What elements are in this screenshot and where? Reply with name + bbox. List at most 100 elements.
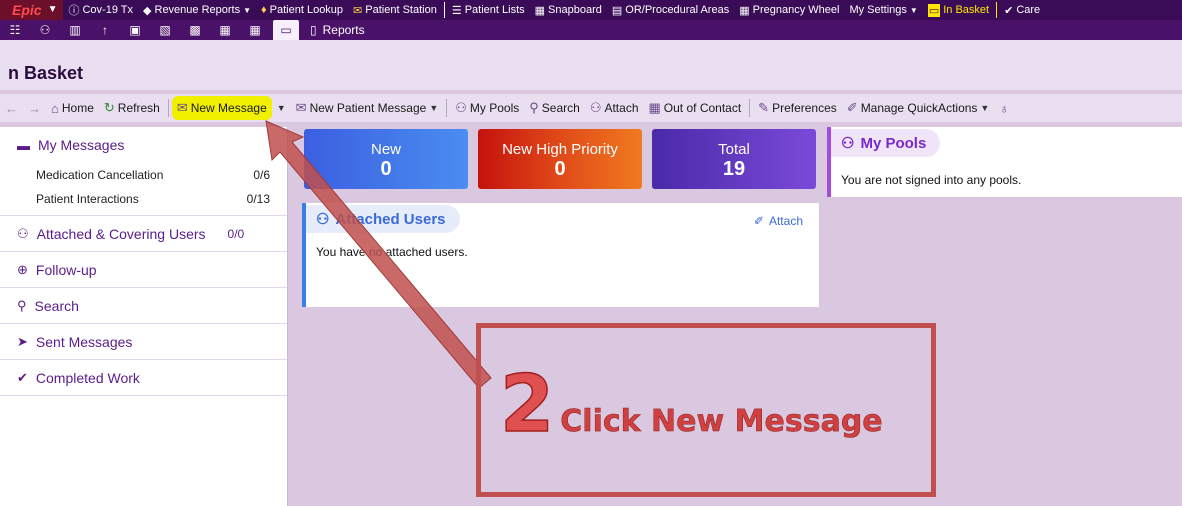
- sidebar-item-my-messages[interactable]: ▬ My Messages: [0, 127, 287, 163]
- forward-arrow-icon: →: [28, 100, 41, 116]
- lightbulb-icon: ♁: [999, 100, 1010, 116]
- send-icon: ➤: [17, 333, 28, 349]
- in-basket-icon[interactable]: ▭: [273, 20, 299, 40]
- schedule-icon[interactable]: ▥: [60, 20, 90, 40]
- attach-button[interactable]: ⚇ Attach: [585, 96, 644, 120]
- calendar-icon: ▦: [739, 4, 750, 17]
- search-button[interactable]: ⚲ Search: [524, 96, 585, 120]
- chevron-down-icon: ▼: [429, 103, 439, 113]
- patient-list-icon[interactable]: ☷: [0, 20, 30, 40]
- sidebar-item-completed-work[interactable]: ✔ Completed Work: [0, 360, 287, 396]
- checkmark-icon: ✔: [17, 369, 28, 385]
- out-of-contact-button[interactable]: ▦ Out of Contact: [644, 96, 747, 120]
- chevron-down-icon: ▼: [243, 5, 252, 15]
- in-basket-icon: ▭: [927, 3, 941, 17]
- refresh-button[interactable]: ↻ Refresh: [99, 96, 165, 120]
- tips-button[interactable]: ♁: [994, 96, 1014, 120]
- diamond-icon: ◆: [143, 4, 152, 17]
- calendar-grid-icon[interactable]: ▦: [240, 20, 270, 40]
- in-basket-toolbar: ← → ⌂ Home ↻ Refresh ✉ New Message ▼ ✉ N…: [0, 94, 1182, 122]
- snapboard-icon: ▦: [534, 4, 546, 17]
- menu-item-patient-lookup[interactable]: ♦ Patient Lookup: [256, 0, 348, 20]
- copy-icon[interactable]: ▧: [150, 20, 180, 40]
- toolbar-divider: [749, 99, 751, 117]
- toolbar-divider: [446, 99, 448, 117]
- my-messages-group: ▬ My Messages Medication Cancellation 0/…: [0, 127, 287, 216]
- monitor-icon[interactable]: ▣: [120, 20, 150, 40]
- board-icon[interactable]: ▩: [180, 20, 210, 40]
- or-areas-icon: ▤: [611, 4, 623, 17]
- patient-station-icon: ✉: [353, 4, 363, 17]
- users-icon: ⚇: [316, 211, 330, 228]
- folder-sidebar: ▬ My Messages Medication Cancellation 0/…: [0, 127, 288, 506]
- inbox-icon: ▬: [17, 137, 30, 153]
- callout-step-number: 2: [499, 360, 555, 450]
- attached-users-message: You have no attached users.: [316, 245, 468, 259]
- my-pools-card: ⚇ My Pools You are not signed into any p…: [827, 127, 1182, 197]
- chevron-down-icon: ▼: [276, 103, 286, 113]
- chevron-down-icon: ▼: [47, 4, 58, 15]
- calendar-icon: ▦: [648, 100, 661, 115]
- sidebar-item-search[interactable]: ⚲ Search: [0, 288, 287, 324]
- new-message-button[interactable]: ✉ New Message: [171, 96, 272, 120]
- pencil-icon: ✐: [753, 214, 764, 228]
- new-patient-message-button[interactable]: ✉ New Patient Message ▼: [291, 96, 444, 120]
- attach-link[interactable]: ✐ Attach: [754, 214, 803, 228]
- sidebar-item-attached-covering-users[interactable]: ⚇ Attached & Covering Users 0/0: [0, 216, 287, 252]
- back-button[interactable]: ←: [0, 96, 23, 120]
- sidebar-item-patient-interactions[interactable]: Patient Interactions 0/13: [0, 187, 287, 211]
- person-icon: ♦: [261, 4, 267, 16]
- attach-users-icon: ⚇: [589, 100, 602, 115]
- attached-users-header: ⚇ Attached Users: [306, 205, 460, 233]
- new-messages-tile[interactable]: New 0: [304, 129, 468, 189]
- epic-menu-button[interactable]: Epic ▼: [0, 0, 64, 20]
- calendar-icon[interactable]: ▦: [210, 20, 240, 40]
- pencil-icon: ✐: [846, 100, 858, 115]
- menu-item-in-basket[interactable]: ▭ In Basket: [922, 0, 995, 20]
- high-priority-tile[interactable]: New High Priority 0: [478, 129, 642, 189]
- users-icon: ⚇: [17, 225, 29, 241]
- page-title: n Basket: [8, 63, 84, 83]
- chevron-down-icon: ▼: [909, 5, 918, 15]
- pools-icon: ⚇: [455, 100, 467, 115]
- report-icon: ▯: [310, 23, 317, 37]
- my-pools-button[interactable]: ⚇ My Pools: [450, 96, 524, 120]
- menu-item-care[interactable]: ✔ Care: [999, 0, 1045, 20]
- callout-instruction: Click New Message: [560, 404, 883, 440]
- menu-item-or-procedural-areas[interactable]: ▤ OR/Procedural Areas: [607, 0, 734, 20]
- menu-item-pregnancy-wheel[interactable]: ▦ Pregnancy Wheel: [734, 0, 844, 20]
- patient-message-icon: ✉: [295, 100, 307, 115]
- sidebar-item-sent-messages[interactable]: ➤ Sent Messages: [0, 324, 287, 360]
- pools-icon: ⚇: [841, 135, 855, 152]
- new-message-icon: ✉: [176, 100, 188, 115]
- menu-item-patient-lists[interactable]: ☰ Patient Lists: [447, 0, 530, 20]
- info-circle-icon: ⓘ: [68, 5, 80, 17]
- top-menu-bar: Epic ▼ ⓘ Cov-19 Tx ◆ Revenue Reports ▼ ♦…: [0, 0, 1182, 20]
- activity-icon-bar: ☷ ⚇ ▥ ↑ ▣ ▧ ▩ ▦ ▦ ▭ ▯ Reports 〰: [0, 20, 1182, 60]
- manage-quickactions-button[interactable]: ✐ Manage QuickActions ▼: [842, 96, 995, 120]
- menu-item-patient-station[interactable]: ✉ Patient Station: [348, 0, 442, 20]
- new-message-dropdown[interactable]: ▼: [272, 96, 291, 120]
- back-arrow-icon: ←: [5, 100, 18, 116]
- sidebar-item-medication-cancellation[interactable]: Medication Cancellation 0/6: [0, 163, 287, 187]
- total-messages-tile[interactable]: Total 19: [652, 129, 816, 189]
- reports-button[interactable]: ▯ Reports: [302, 23, 365, 37]
- menu-item-snapboard[interactable]: ▦ Snapboard: [530, 0, 607, 20]
- patient-lists-icon: ☰: [451, 4, 462, 17]
- check-icon: ✔: [1004, 4, 1014, 17]
- menu-item-cov19-tx[interactable]: ⓘ Cov-19 Tx: [63, 0, 138, 20]
- forward-button[interactable]: →: [23, 96, 46, 120]
- attached-users-card: ⚇ Attached Users ✐ Attach You have no at…: [302, 203, 819, 307]
- menu-divider: [443, 2, 445, 18]
- sidebar-item-follow-up[interactable]: ⊕ Follow-up: [0, 252, 287, 288]
- title-area: [0, 40, 1182, 90]
- menu-item-revenue-reports[interactable]: ◆ Revenue Reports ▼: [138, 0, 256, 20]
- pin-icon[interactable]: ↑: [90, 20, 120, 40]
- preferences-button[interactable]: ✎ Preferences: [753, 96, 842, 120]
- menu-item-my-settings[interactable]: My Settings ▼: [844, 0, 922, 20]
- search-icon: ⚲: [17, 297, 27, 313]
- menu-divider: [996, 2, 998, 18]
- my-pools-header: ⚇ My Pools: [831, 129, 941, 157]
- home-button[interactable]: ⌂ Home: [46, 96, 99, 120]
- people-icon[interactable]: ⚇: [30, 20, 60, 40]
